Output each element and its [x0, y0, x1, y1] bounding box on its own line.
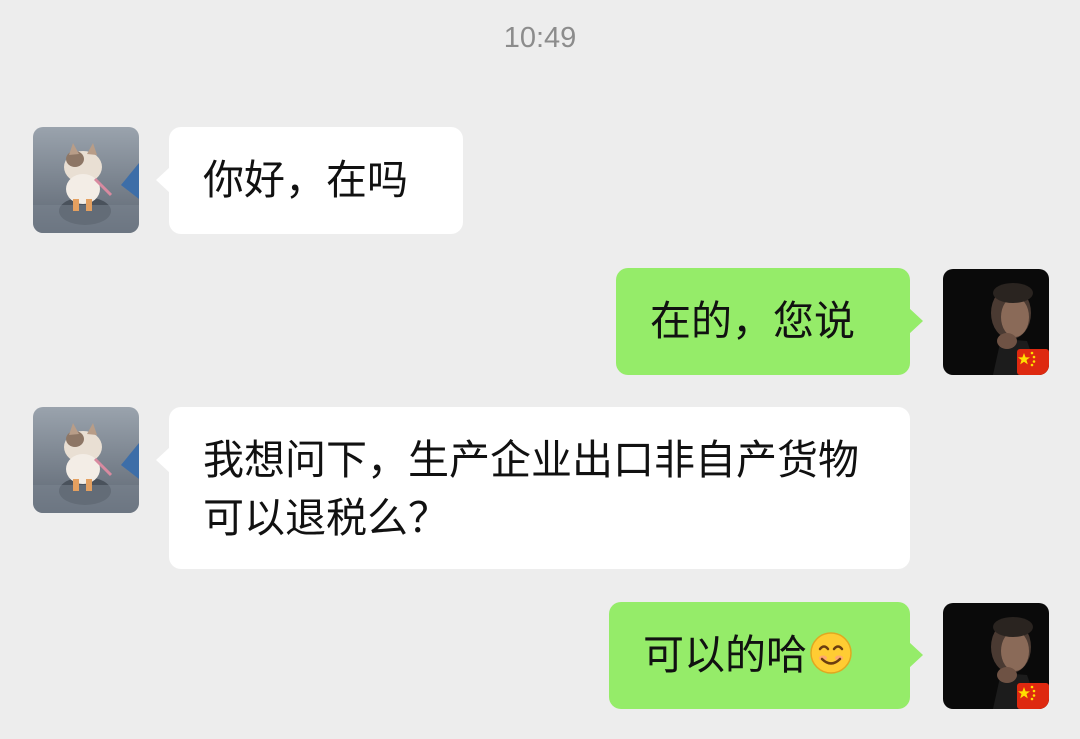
message-text: 你好，在吗: [203, 156, 408, 204]
cat-photo-icon: [33, 127, 139, 233]
message-bubble-incoming[interactable]: 我想问下，生产企业出口非自产货物可以退税么？: [156, 407, 910, 569]
cat-photo-icon: [33, 407, 139, 513]
china-flag-icon: [1017, 683, 1049, 709]
message-text: 可以的哈: [643, 631, 807, 679]
smiling-face-emoji-icon: [810, 632, 852, 674]
message-bubble-outgoing[interactable]: 可以的哈: [609, 602, 923, 709]
my-avatar[interactable]: [943, 269, 1049, 375]
contact-avatar[interactable]: [33, 127, 139, 233]
china-flag-icon: [1017, 349, 1049, 375]
message-text: 在的，您说: [650, 297, 855, 345]
message-bubble-outgoing[interactable]: 在的，您说: [616, 268, 923, 375]
message-timestamp: 10:49: [503, 22, 577, 54]
message-bubble-incoming[interactable]: 你好，在吗: [156, 127, 463, 234]
my-avatar[interactable]: [943, 603, 1049, 709]
message-text: 我想问下，生产企业出口非自产货物可以退税么？: [203, 436, 859, 542]
contact-avatar[interactable]: [33, 407, 139, 513]
